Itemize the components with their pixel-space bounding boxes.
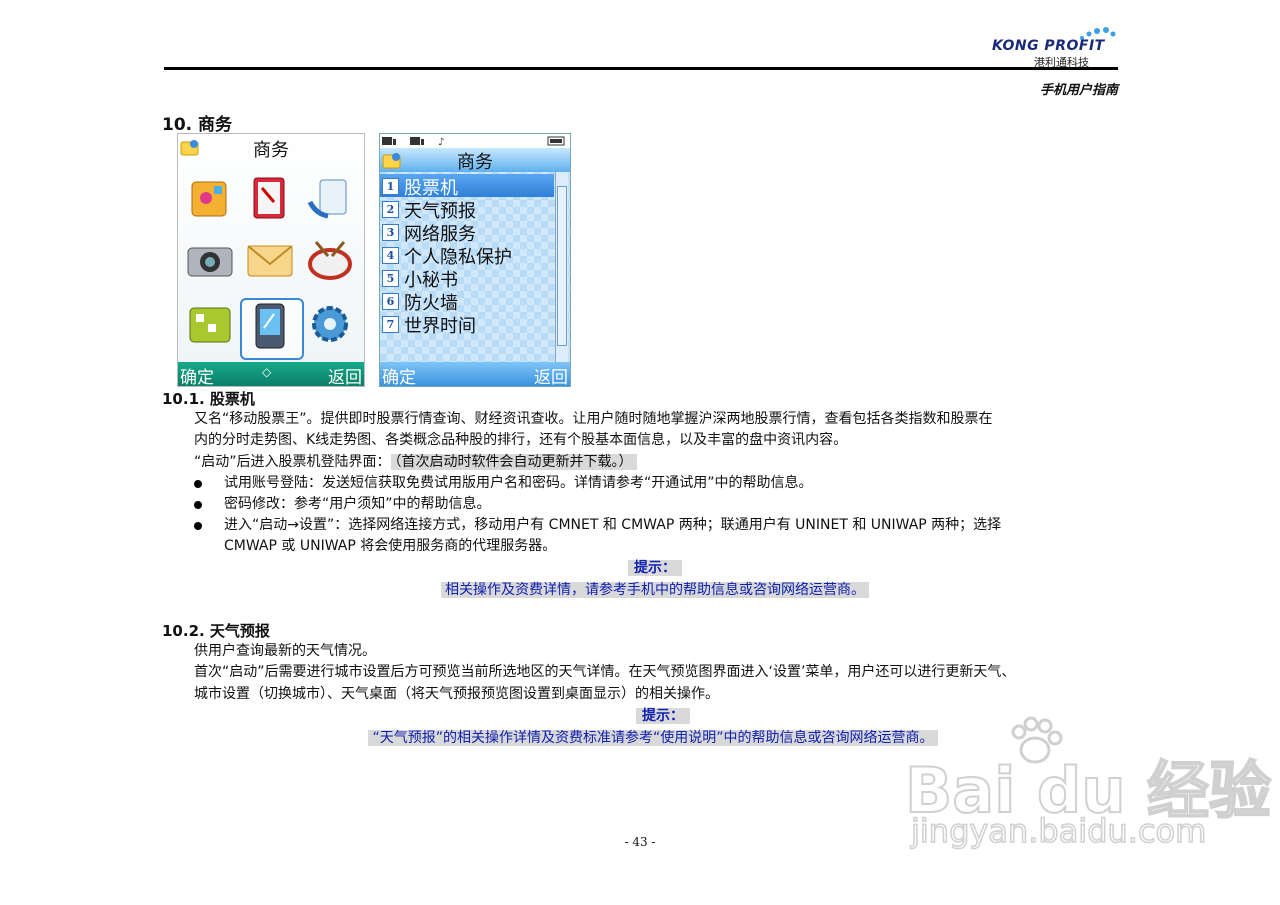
menu-number: 1: [382, 178, 399, 195]
watermark-url: jingyan.baidu.com: [910, 811, 1207, 851]
softkey-bar: 确定 ◇ 返回: [178, 362, 364, 386]
menu-number: 3: [382, 224, 399, 241]
weather-paragraph-1: 供用户查询最新的天气情况。: [194, 643, 376, 659]
menu-number: 6: [382, 293, 399, 310]
menu-item-firewall[interactable]: 6 防火墙: [380, 289, 554, 314]
status-bar: ♪: [380, 134, 570, 148]
bullet-item: 试用账号登陆：发送短信获取免费试用版用户名和密码。详情请参考“开通试用”中的帮助…: [194, 473, 813, 494]
weather-paragraph-2-line2: 城市设置（切换城市）、天气桌面（将天气预报预览图设置到桌面显示）的相关操作。: [194, 686, 719, 702]
bullet-dot-icon: [194, 480, 202, 488]
menu-item-world-time[interactable]: 7 世界时间: [380, 312, 554, 337]
toolbox-icon[interactable]: [184, 296, 236, 348]
menu-item-weather[interactable]: 2 天气预报: [380, 197, 554, 222]
screen-title-bar: 商务: [380, 148, 570, 173]
music-note-icon: ♪: [438, 137, 444, 148]
gear-icon[interactable]: [304, 296, 356, 348]
navigation-key-icon[interactable]: ◇: [262, 365, 271, 379]
stock-tip-text-row: 相关操作及资费详情，请参考手机中的帮助信息或咨询网络运营商。: [0, 579, 1280, 599]
header-rule: [164, 67, 1118, 70]
menu-number: 7: [382, 316, 399, 333]
pda-icon[interactable]: [244, 300, 296, 352]
phone-screen-icon-grid: 商务 确定 ◇ 返回: [177, 133, 365, 387]
company-logo: KONG PROFIT 港利通科技: [990, 26, 1125, 69]
menu-item-privacy[interactable]: 4 个人隐私保护: [380, 243, 554, 268]
tip-text: 相关操作及资费详情，请参考手机中的帮助信息或咨询网络运营商。: [441, 582, 869, 598]
stock-launch-line: “启动”后进入股票机登陆界面： （首次启动时软件会自动更新并下载。）: [194, 452, 637, 473]
stock-paragraph-line2: 内的分时走势图、K线走势图、各类概念品种股的排行，还有个股基本面信息，以及丰富的…: [194, 432, 848, 448]
game-cube-icon[interactable]: [184, 172, 236, 224]
launch-note-highlight: （首次启动时软件会自动更新并下载。）: [390, 454, 637, 470]
menu-item-secretary[interactable]: 5 小秘书: [380, 266, 554, 291]
stock-tip-label-row: 提示：: [0, 557, 1280, 577]
menu-number: 5: [382, 270, 399, 287]
tip-label: 提示：: [636, 708, 690, 724]
stock-paragraph-line1: 又名“移动股票王”。提供即时股票行情查询、财经资讯查收。让用户随时随地掌握沪深两…: [194, 411, 993, 427]
tip-text: “天气预报”的相关操作详情及资费标准请参考“使用说明”中的帮助信息或咨询网络运营…: [368, 730, 938, 746]
confirm-softkey[interactable]: 确定: [382, 363, 416, 386]
menu-list: 1 股票机 2 天气预报 3 网络服务 4 个人隐私保护 5 小秘书 6 防火墙…: [380, 172, 570, 362]
screen-title: 商务: [253, 140, 289, 161]
status-icons: ♪: [382, 136, 565, 148]
folder-icon: [382, 153, 401, 169]
envelope-icon[interactable]: [244, 234, 296, 286]
softkey-bar: 确定 返回: [380, 362, 570, 386]
menu-number: 4: [382, 247, 399, 264]
baidu-watermark: Bai du 经验 jingyan.baidu.com: [904, 712, 1272, 862]
bullet-text: 密码修改：参考“用户须知”中的帮助信息。: [224, 496, 491, 512]
bullet-item: 密码修改：参考“用户须知”中的帮助信息。: [194, 494, 491, 515]
battery-icon: [547, 136, 565, 146]
scrollbar[interactable]: [555, 172, 568, 362]
menu-number: 2: [382, 201, 399, 218]
section-title: 10. 商务: [162, 115, 233, 135]
menu-item-stock[interactable]: 1 股票机: [380, 174, 554, 199]
bullet-dot-icon: [194, 501, 202, 509]
back-softkey[interactable]: 返回: [534, 363, 568, 386]
guide-title: 手机用户指南: [1039, 83, 1118, 98]
camera-icon[interactable]: [184, 234, 236, 286]
weather-heading: 10.2. 天气预报: [162, 622, 270, 640]
signal-2-icon: [410, 137, 424, 145]
confirm-softkey[interactable]: 确定: [180, 363, 214, 386]
bullet-text-continued: CMWAP 或 UNIWAP 将会使用服务商的代理服务器。: [224, 538, 557, 554]
bullet-item: 进入“启动→设置”：选择网络连接方式，移动用户有 CMNET 和 CMWAP 两…: [194, 515, 1002, 536]
menu-item-network[interactable]: 3 网络服务: [380, 220, 554, 245]
weather-paragraph-2-line1: 首次“启动”后需要进行城市设置后方可预览当前所选地区的天气详情。在天气预览图界面…: [194, 664, 1016, 680]
tip-label: 提示：: [628, 560, 682, 576]
address-book-icon[interactable]: [244, 172, 296, 224]
logo-brand-text: KONG PROFIT: [992, 38, 1105, 54]
phone-screen-menu-list: ♪ 商务 1 股票机 2 天气预报 3 网络服务 4 个人隐私保护 5 小秘书: [379, 133, 571, 387]
bullet-text: 进入“启动→设置”：选择网络连接方式，移动用户有 CMNET 和 CMWAP 两…: [224, 517, 1002, 533]
signal-icon: [382, 137, 396, 145]
menu-label: 世界时间: [404, 316, 476, 337]
launch-prefix: “启动”后进入股票机登陆界面：: [194, 454, 391, 470]
back-softkey[interactable]: 返回: [328, 363, 362, 386]
scrollbar-thumb[interactable]: [557, 186, 567, 346]
stock-heading: 10.1. 股票机: [162, 390, 255, 408]
screen-title: 商务: [457, 152, 493, 173]
bullet-dot-icon: [194, 522, 202, 530]
drum-icon[interactable]: [304, 234, 356, 286]
phone-call-icon[interactable]: [304, 172, 356, 224]
bullet-text: 试用账号登陆：发送短信获取免费试用版用户名和密码。详情请参考“开通试用”中的帮助…: [224, 475, 813, 491]
